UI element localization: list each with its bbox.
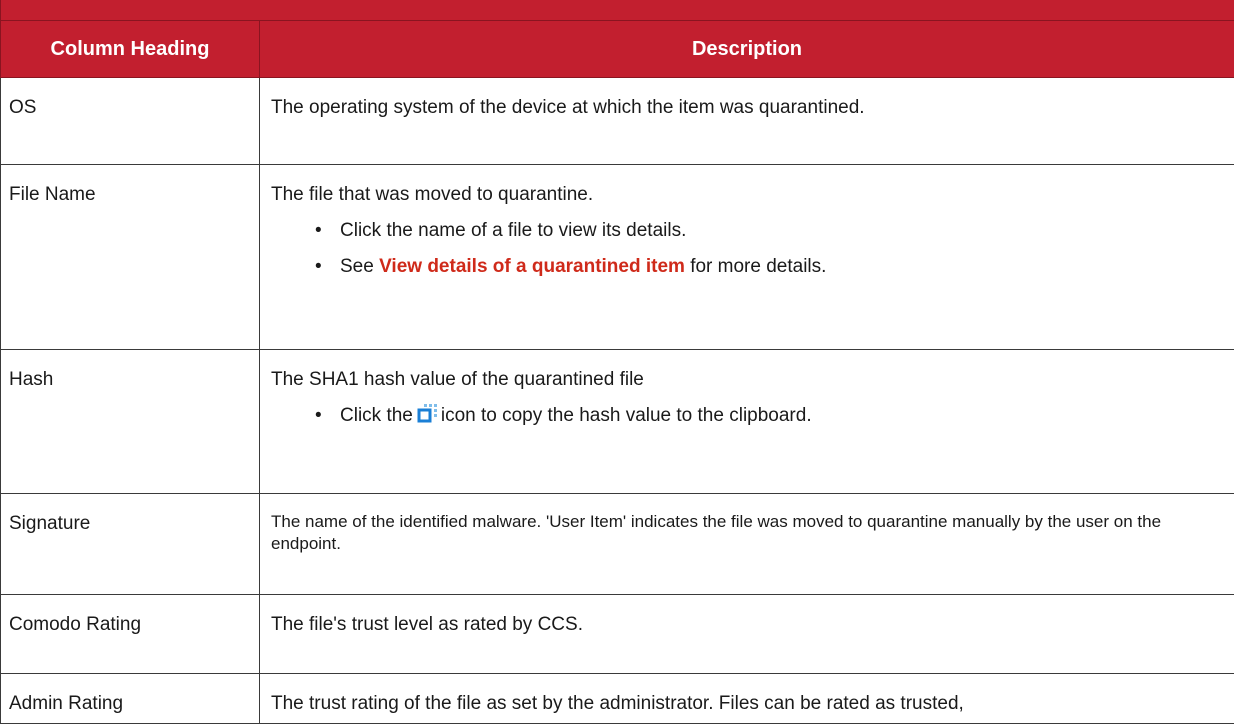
- row-name: Admin Rating: [1, 674, 260, 724]
- table-header-row: Column Heading Description: [1, 21, 1234, 78]
- bullet-glyph: •: [315, 254, 322, 279]
- table-row: Admin Rating The trust rating of the fil…: [1, 674, 1234, 724]
- row-name: OS: [1, 78, 260, 165]
- table-row: Comodo Rating The file's trust level as …: [1, 595, 1234, 674]
- bullet-text: Click the name of a file to view its det…: [340, 220, 686, 241]
- table-row: OS The operating system of the device at…: [1, 78, 1234, 165]
- bullet-glyph: •: [315, 403, 322, 428]
- description-text: The name of the identified malware. 'Use…: [271, 511, 1222, 555]
- row-name: File Name: [1, 165, 260, 350]
- row-description: The operating system of the device at wh…: [260, 78, 1234, 165]
- bullet-text-pre: Click the: [340, 405, 413, 426]
- table-caption-strip: [1, 0, 1234, 21]
- view-details-link[interactable]: View details of a quarantined item: [379, 256, 685, 277]
- list-item: • Click the name of a file to view its d…: [271, 218, 1222, 243]
- row-name: Signature: [1, 494, 260, 595]
- bullet-list: • Click the name of a file to view its d…: [271, 218, 1222, 279]
- list-item: • See View details of a quarantined item…: [271, 254, 1222, 279]
- caption-strip-cell: [1, 0, 1234, 21]
- bullet-text-post: for more details.: [685, 256, 827, 277]
- bullet-glyph: •: [315, 218, 322, 243]
- description-text: The SHA1 hash value of the quarantined f…: [271, 367, 1222, 392]
- table-row: Hash The SHA1 hash value of the quaranti…: [1, 350, 1234, 494]
- column-description-table: Column Heading Description OS The operat…: [0, 0, 1234, 724]
- row-name: Hash: [1, 350, 260, 494]
- table-row: File Name The file that was moved to qua…: [1, 165, 1234, 350]
- bullet-list: • Click the icon to copy the hash value t…: [271, 403, 1222, 430]
- row-description: The file that was moved to quarantine. •…: [260, 165, 1234, 350]
- row-description: The SHA1 hash value of the quarantined f…: [260, 350, 1234, 494]
- row-description: The trust rating of the file as set by t…: [260, 674, 1234, 724]
- description-text: The file's trust level as rated by CCS.: [271, 612, 1222, 637]
- row-description: The file's trust level as rated by CCS.: [260, 595, 1234, 674]
- description-text: The operating system of the device at wh…: [271, 95, 1222, 120]
- description-header: Description: [260, 21, 1234, 78]
- column-heading-header: Column Heading: [1, 21, 260, 78]
- description-text: The trust rating of the file as set by t…: [271, 691, 1222, 716]
- bullet-text-pre: See: [340, 256, 379, 277]
- row-name: Comodo Rating: [1, 595, 260, 674]
- list-item: • Click the icon to copy the hash value t…: [271, 403, 1222, 430]
- bullet-text-post: icon to copy the hash value to the clipb…: [441, 405, 812, 426]
- description-text: The file that was moved to quarantine.: [271, 182, 1222, 207]
- table-row: Signature The name of the identified mal…: [1, 494, 1234, 595]
- row-description: The name of the identified malware. 'Use…: [260, 494, 1234, 595]
- copy-icon[interactable]: [417, 403, 439, 430]
